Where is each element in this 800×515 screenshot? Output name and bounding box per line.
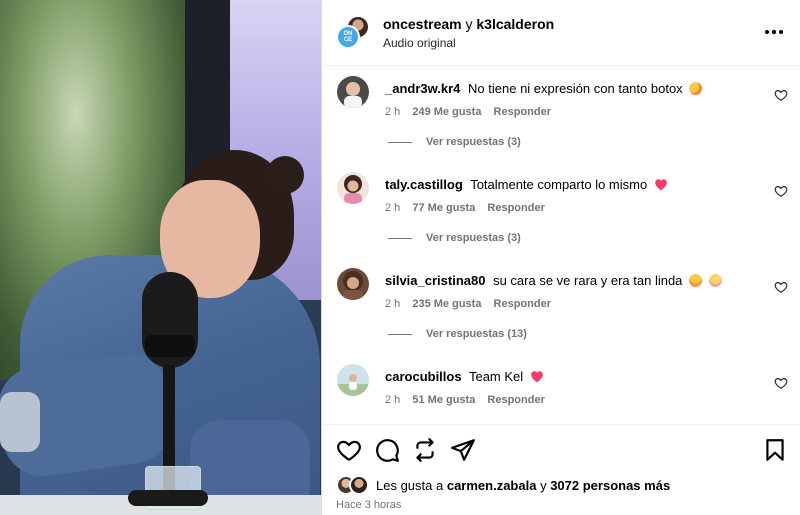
like-comment-heart-icon[interactable] xyxy=(774,280,788,294)
share-icon[interactable] xyxy=(450,437,476,463)
comment-meta: 2 h 235 Me gusta Responder xyxy=(385,298,560,310)
comment-time: 2 h xyxy=(385,394,401,406)
reply-button[interactable]: Responder xyxy=(494,298,551,310)
like-comment-heart-icon[interactable] xyxy=(774,376,788,390)
reply-button[interactable]: Responder xyxy=(487,202,544,214)
reply-button[interactable]: Responder xyxy=(494,106,551,118)
laughing-sweat-emoji-icon xyxy=(689,82,703,95)
microphone-base xyxy=(128,490,208,506)
dot xyxy=(779,30,783,34)
author-secondary-link[interactable]: k3lcalderon xyxy=(476,16,554,32)
author-conjunction: y xyxy=(465,16,473,32)
bookmark-icon[interactable] xyxy=(762,437,788,463)
heart-emoji-icon xyxy=(654,179,667,191)
comment-time: 2 h xyxy=(385,106,401,118)
post-actions-bar xyxy=(322,424,800,474)
dot xyxy=(765,30,769,34)
post-header: ON CE oncestream y k3lcalderon Audio ori… xyxy=(322,0,800,66)
author-avatars[interactable]: ON CE xyxy=(336,15,370,49)
comment-text-row: carocubillos Team Kel xyxy=(385,369,765,384)
comment-icon[interactable] xyxy=(374,437,400,463)
author-primary-link[interactable]: oncestream xyxy=(383,16,462,32)
liked-by-row[interactable]: Les gusta a carmen.zabala y 3072 persona… xyxy=(336,475,796,497)
comment-text-row: taly.castillog Totalmente comparto lo mi… xyxy=(385,177,765,192)
comment-username[interactable]: carocubillos xyxy=(385,369,462,384)
comment-item: _andr3w.kr4 No tiene ni expresión con ta… xyxy=(322,76,800,136)
view-replies-label: Ver respuestas (3) xyxy=(426,136,521,148)
comments-panel: ON CE oncestream y k3lcalderon Audio ori… xyxy=(321,0,800,515)
replies-divider-line xyxy=(388,333,412,335)
reply-button[interactable]: Responder xyxy=(487,394,544,406)
comment-item: carocubillos Team Kel 2 h 51 Me gusta Re… xyxy=(322,364,800,424)
heart-icon[interactable] xyxy=(336,437,362,463)
comment-item: silvia_cristina80 su cara se ve rara y e… xyxy=(322,268,800,328)
like-comment-heart-icon[interactable] xyxy=(774,88,788,102)
microphone-band xyxy=(145,335,195,357)
likes-conj: y xyxy=(540,478,547,493)
person-hair-bun xyxy=(266,156,304,194)
comment-avatar[interactable] xyxy=(337,76,369,108)
hand-over-mouth-emoji-icon xyxy=(689,274,703,287)
person-cuff xyxy=(0,392,40,452)
heart-emoji-icon xyxy=(530,371,543,383)
replies-divider-line xyxy=(388,141,412,143)
view-replies-button[interactable]: Ver respuestas (3) xyxy=(388,232,521,246)
avatar-image xyxy=(337,172,369,204)
comment-likes[interactable]: 249 Me gusta xyxy=(412,106,481,118)
comment-username[interactable]: taly.castillog xyxy=(385,177,463,192)
likes-others-link[interactable]: 3072 personas más xyxy=(550,478,670,493)
comment-body: Team Kel xyxy=(468,369,524,384)
comment-text-row: _andr3w.kr4 No tiene ni expresión con ta… xyxy=(385,81,765,96)
like-comment-heart-icon[interactable] xyxy=(774,184,788,198)
dot xyxy=(772,30,776,34)
comment-username[interactable]: silvia_cristina80 xyxy=(385,273,485,288)
view-replies-button[interactable]: Ver respuestas (3) xyxy=(388,136,521,150)
comment-time: 2 h xyxy=(385,298,401,310)
comment-avatar[interactable] xyxy=(337,364,369,396)
comment-likes[interactable]: 77 Me gusta xyxy=(412,202,475,214)
comment-body: No tiene ni expresión con tanto botox xyxy=(468,81,683,96)
liked-by-user-link[interactable]: carmen.zabala xyxy=(447,478,537,493)
comment-avatar[interactable] xyxy=(337,268,369,300)
audio-label[interactable]: Audio original xyxy=(383,36,456,50)
comment-meta: 2 h 249 Me gusta Responder xyxy=(385,106,560,118)
comment-likes[interactable]: 235 Me gusta xyxy=(412,298,481,310)
view-replies-label: Ver respuestas (3) xyxy=(426,232,521,244)
view-replies-label: Ver respuestas (13) xyxy=(426,328,527,340)
avatar-image xyxy=(337,364,369,396)
comment-meta: 2 h 77 Me gusta Responder xyxy=(385,202,554,214)
posted-time: Hace 3 horas xyxy=(336,499,402,511)
liker-avatar xyxy=(349,475,369,495)
view-replies-button[interactable]: Ver respuestas (13) xyxy=(388,328,527,342)
comment-time: 2 h xyxy=(385,202,401,214)
repost-icon[interactable] xyxy=(412,437,438,463)
avatar-image xyxy=(337,76,369,108)
comment-text-row: silvia_cristina80 su cara se ve rara y e… xyxy=(385,273,765,288)
comment-avatar[interactable] xyxy=(337,172,369,204)
replies-divider-line xyxy=(388,237,412,239)
comment-username[interactable]: _andr3w.kr4 xyxy=(385,81,460,96)
comment-likes[interactable]: 51 Me gusta xyxy=(412,394,475,406)
pleading-face-emoji-icon xyxy=(708,274,722,287)
avatar-image xyxy=(337,268,369,300)
comment-body: Totalmente comparto lo mismo xyxy=(470,177,648,192)
comment-body: su cara se ve rara y era tan linda xyxy=(493,273,683,288)
liked-by-text: Les gusta a carmen.zabala y 3072 persona… xyxy=(376,478,670,493)
comment-meta: 2 h 51 Me gusta Responder xyxy=(385,394,554,406)
post-media-video[interactable] xyxy=(0,0,321,515)
likes-prefix: Les gusta a xyxy=(376,478,444,493)
logo-text: ON CE xyxy=(343,31,353,43)
more-options-icon[interactable] xyxy=(762,22,786,42)
comment-item: taly.castillog Totalmente comparto lo mi… xyxy=(322,172,800,232)
oncestream-logo-avatar[interactable]: ON CE xyxy=(336,25,360,49)
post-authors: oncestream y k3lcalderon xyxy=(383,16,554,32)
